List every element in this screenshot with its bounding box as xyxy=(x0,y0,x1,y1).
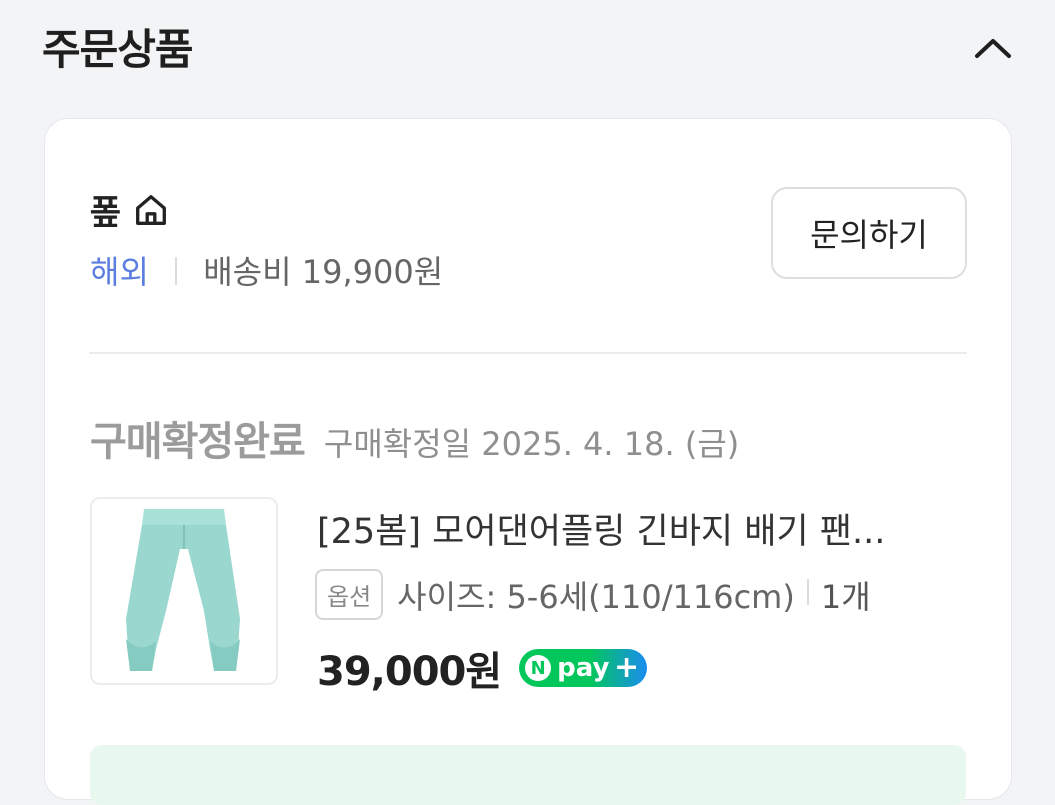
product-price: 39,000원 xyxy=(317,649,502,695)
mint-pants-image xyxy=(126,509,240,671)
collapse-button[interactable] xyxy=(971,26,1015,70)
chevron-up-icon xyxy=(975,39,1011,58)
home-icon[interactable] xyxy=(132,191,170,229)
option-row: 옵션 사이즈: 5-6세(110/116cm) 1개 xyxy=(315,569,871,620)
seller-name[interactable]: 퐆 xyxy=(90,185,121,234)
option-badge: 옵션 xyxy=(315,569,384,620)
origin-label: 해외 xyxy=(90,253,149,291)
order-card: 퐆 해외 배송비 19,900원 문의하기 구매확정완료 구매확정일 2025.… xyxy=(44,118,1012,805)
option-text: 사이즈: 5-6세(110/116cm) xyxy=(397,577,795,616)
inquiry-button[interactable]: 문의하기 xyxy=(771,187,967,279)
section-divider xyxy=(89,352,967,354)
order-status-row: 구매확정완료 구매확정일 2025. 4. 18. (금) xyxy=(90,409,739,467)
section-header: 주문상품 xyxy=(42,16,1015,80)
price-row: 39,000원 N pay + xyxy=(317,639,648,697)
shipping-fee: 배송비 19,900원 xyxy=(203,253,444,291)
order-status: 구매확정완료 xyxy=(90,419,306,465)
product-name[interactable]: [25봄] 모어댄어플링 긴바지 배기 팬... xyxy=(317,503,957,554)
npay-n-icon: N xyxy=(525,655,552,681)
plus-icon: + xyxy=(614,650,640,685)
product-image[interactable] xyxy=(90,497,278,685)
review-banner[interactable] xyxy=(90,745,966,805)
confirm-date: 구매확정일 2025. 4. 18. (금) xyxy=(323,425,740,463)
npay-plus-badge: N pay + xyxy=(519,649,648,687)
seller-row: 퐆 xyxy=(90,185,170,234)
divider xyxy=(175,257,178,285)
quantity: 1개 xyxy=(820,577,871,616)
section-title: 주문상품 xyxy=(42,25,194,74)
npay-text: pay xyxy=(557,653,610,683)
shipping-info: 해외 배송비 19,900원 xyxy=(90,247,443,293)
divider xyxy=(806,578,809,605)
